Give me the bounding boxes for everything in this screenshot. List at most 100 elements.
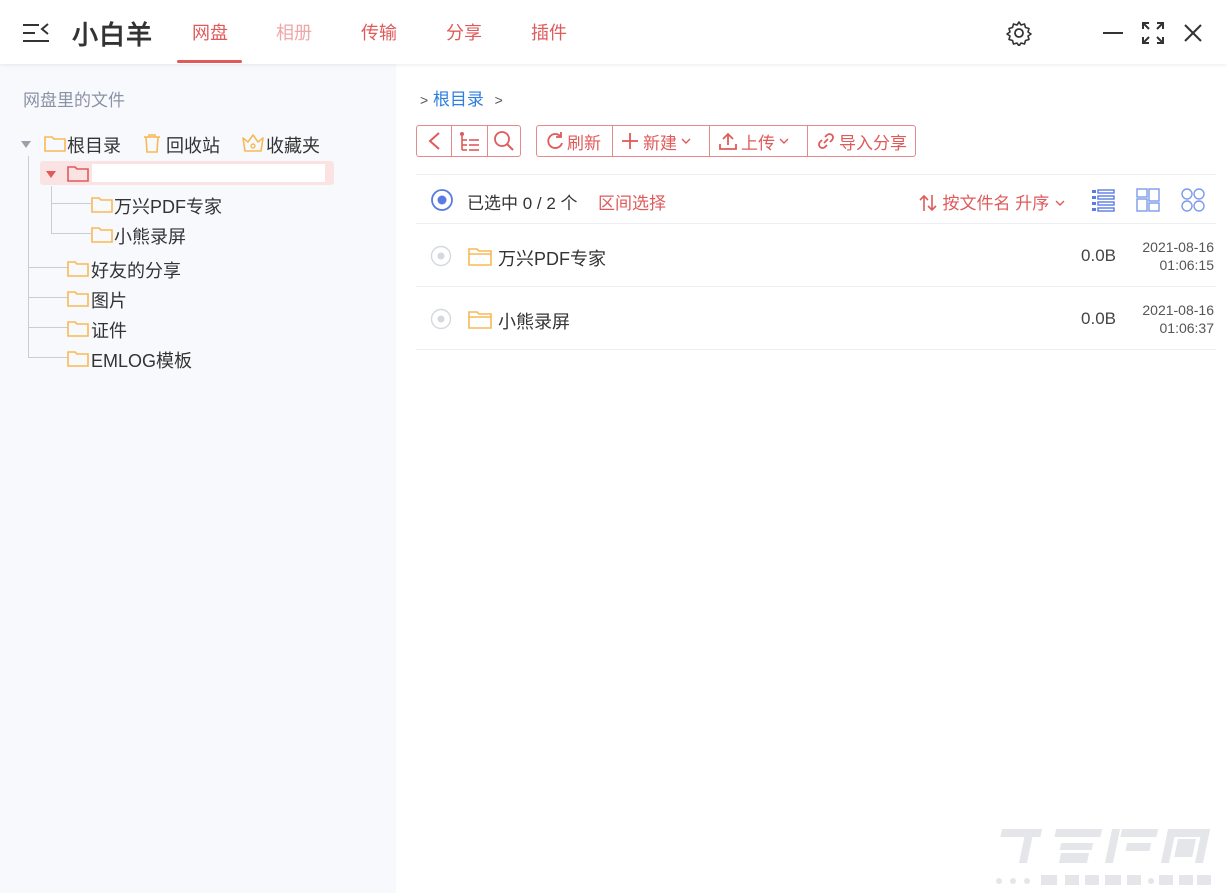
tab-plugins[interactable]: 插件 (531, 19, 567, 45)
chevron-down-icon (779, 138, 789, 144)
back-icon[interactable] (425, 131, 445, 151)
folder-icon (67, 166, 89, 182)
tree-item-documents[interactable]: 证件 (91, 317, 127, 343)
tree-item-wanxing-pdf[interactable]: 万兴PDF专家 (114, 193, 222, 219)
file-modified: 2021-08-16 01:06:15 (1142, 238, 1214, 274)
sort-label: 按文件名 升序 (942, 194, 1050, 213)
minimize-icon[interactable] (1100, 20, 1126, 46)
watermark-logo (996, 829, 1211, 885)
folder-icon (67, 261, 89, 277)
tree-guide-line (28, 357, 68, 358)
import-share-button[interactable]: 导入分享 (816, 126, 907, 156)
close-icon[interactable] (1180, 20, 1206, 46)
tree-root[interactable]: 根目录 (67, 132, 121, 158)
nav-toolbar (416, 125, 521, 157)
breadcrumb-separator: > (494, 92, 503, 108)
sidebar: 网盘里的文件 根目录 回收站 收藏夹 万兴PDF专家 小熊录屏 好友的分享 图片… (0, 64, 396, 893)
search-icon[interactable] (493, 130, 515, 152)
tab-album[interactable]: 相册 (276, 19, 312, 45)
folder-icon (67, 321, 89, 337)
refresh-label: 刷新 (567, 133, 601, 153)
tree-guide-line (51, 233, 91, 234)
tree-item-friends-share[interactable]: 好友的分享 (91, 257, 181, 283)
tree-item-pictures[interactable]: 图片 (91, 287, 127, 313)
chevron-down-icon (681, 138, 691, 144)
file-date: 2021-08-16 (1142, 239, 1214, 255)
tree-item-emlog-templates[interactable]: EMLOG模板 (91, 347, 192, 373)
folder-icon (44, 136, 66, 152)
tree-recycle-bin[interactable]: 回收站 (166, 132, 220, 158)
folder-icon (468, 248, 492, 266)
sidebar-heading: 网盘里的文件 (23, 91, 125, 110)
link-icon (818, 133, 834, 149)
title-bar: 小白羊 网盘 相册 传输 分享 插件 (0, 0, 1227, 64)
refresh-icon (547, 132, 563, 149)
breadcrumb-root[interactable]: 根目录 (433, 90, 484, 109)
maximize-icon[interactable] (1140, 20, 1166, 46)
action-toolbar: 刷新 新建 上传 导入分享 (536, 125, 916, 157)
folder-icon (468, 311, 492, 329)
file-time: 01:06:15 (1159, 257, 1215, 273)
favorite-folder-icon (242, 134, 264, 152)
tab-transfer[interactable]: 传输 (361, 19, 397, 45)
tree-view-icon[interactable] (458, 131, 480, 153)
sort-dropdown[interactable]: 按文件名 升序 (918, 189, 1066, 214)
toolbar-divider (807, 126, 808, 156)
folder-icon (67, 351, 89, 367)
caret-down-icon[interactable] (20, 138, 32, 150)
upload-icon (719, 132, 737, 150)
breadcrumb-separator: > (420, 92, 429, 108)
file-size: 0.0B (1081, 246, 1116, 265)
plus-icon (622, 133, 638, 149)
file-name[interactable]: 万兴PDF专家 (498, 245, 606, 271)
folder-icon (91, 227, 113, 243)
file-row[interactable]: 小熊录屏 0.0B 2021-08-16 01:06:37 (416, 288, 1216, 350)
import-share-label: 导入分享 (839, 133, 907, 153)
grid-view-icon[interactable] (1135, 187, 1161, 213)
menu-collapse-icon[interactable] (20, 20, 52, 48)
tree-favorites[interactable]: 收藏夹 (266, 132, 320, 158)
new-label: 新建 (643, 133, 677, 153)
file-name[interactable]: 小熊录屏 (498, 308, 570, 334)
breadcrumb: > 根目录 > (420, 85, 503, 110)
list-view-icon[interactable] (1090, 187, 1116, 213)
active-tab-indicator (177, 60, 242, 63)
sort-icon (919, 194, 937, 212)
tree-item-bear-recorder[interactable]: 小熊录屏 (114, 223, 186, 249)
toolbar-divider (451, 126, 452, 156)
tab-drive[interactable]: 网盘 (192, 19, 228, 45)
row-select-radio-icon[interactable] (430, 245, 452, 267)
file-row[interactable]: 万兴PDF专家 0.0B 2021-08-16 01:06:15 (416, 225, 1216, 287)
file-time: 01:06:37 (1159, 320, 1215, 336)
range-select-link[interactable]: 区间选择 (598, 189, 666, 214)
new-button[interactable]: 新建 (621, 126, 692, 156)
refresh-button[interactable]: 刷新 (545, 126, 601, 156)
redacted-folder-name (92, 164, 325, 182)
chevron-down-icon (1055, 200, 1065, 206)
file-modified: 2021-08-16 01:06:37 (1142, 301, 1214, 337)
selection-count: 已选中 0 / 2 个 (467, 194, 578, 213)
tab-share[interactable]: 分享 (446, 19, 482, 45)
file-date: 2021-08-16 (1142, 302, 1214, 318)
file-size: 0.0B (1081, 309, 1116, 328)
app-title: 小白羊 (72, 20, 154, 50)
tree-guide-line (28, 327, 68, 328)
select-all-radio-icon[interactable] (430, 188, 454, 212)
tree-guide-line (28, 297, 68, 298)
selection-bar: 已选中 0 / 2 个 区间选择 按文件名 升序 (416, 174, 1216, 224)
folder-icon (91, 197, 113, 213)
trash-icon (144, 134, 160, 153)
tree-guide-line (51, 186, 52, 233)
upload-button[interactable]: 上传 (719, 126, 790, 156)
tree-guide-line (28, 267, 68, 268)
thumbnail-view-icon[interactable] (1180, 187, 1206, 213)
toolbar-divider (487, 126, 488, 156)
caret-down-icon[interactable] (45, 168, 57, 180)
gear-icon[interactable] (1006, 20, 1032, 46)
upload-label: 上传 (741, 133, 775, 153)
tree-guide-line (51, 203, 91, 204)
toolbar-divider (612, 126, 613, 156)
row-select-radio-icon[interactable] (430, 308, 452, 330)
toolbar-divider (709, 126, 710, 156)
folder-icon (67, 291, 89, 307)
